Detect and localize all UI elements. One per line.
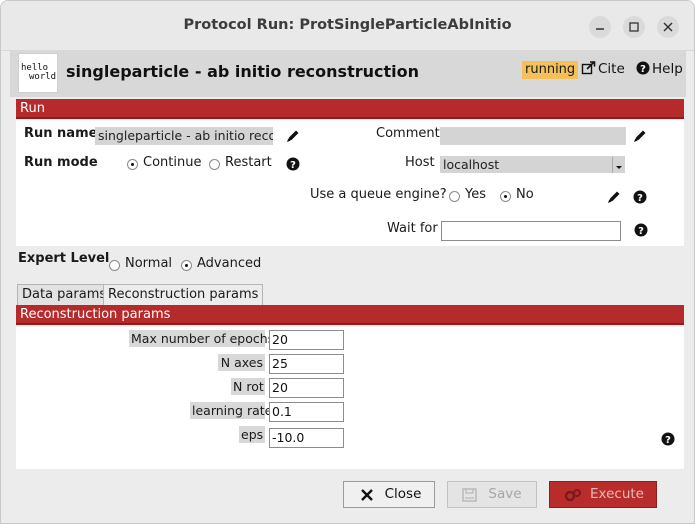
svg-text:?: ? (638, 226, 644, 237)
tab-reconstruction-params[interactable]: Reconstruction params (103, 284, 264, 305)
queue-yes-label: Yes (465, 187, 486, 202)
queue-help-icon[interactable]: ? (633, 190, 647, 204)
cite-label: Cite (598, 61, 625, 77)
queue-no-label: No (516, 187, 534, 202)
param-label-max-epochs: Max number of epochs (129, 330, 275, 347)
param-input-n-axes[interactable]: 25 (269, 354, 344, 374)
param-label-eps: eps (239, 426, 265, 443)
expert-advanced-label: Advanced (197, 256, 262, 271)
param-input-n-rot[interactable]: 20 (269, 378, 344, 398)
queue-label: Use a queue engine? (310, 187, 447, 202)
wait-for-input[interactable] (441, 221, 621, 241)
host-select[interactable]: localhost (440, 156, 625, 173)
help-label: Help (652, 61, 683, 77)
run-panel: Run name singleparticle - ab initio reco… (16, 120, 684, 246)
status-badge: running (522, 61, 579, 79)
minimize-icon (596, 28, 604, 30)
maximize-button[interactable] (623, 16, 645, 38)
protocol-title: singleparticle - ab initio reconstructio… (66, 62, 419, 81)
run-name-label: Run name (24, 126, 98, 141)
wait-for-label: Wait for (387, 221, 438, 236)
param-input-learning-rate[interactable]: 0.1 (269, 402, 344, 422)
save-icon (462, 488, 477, 502)
hello-world-logo: hello world (18, 53, 58, 93)
edit-run-name-icon[interactable] (286, 129, 300, 143)
param-label-learning-rate: learning rate (190, 402, 273, 419)
protocol-window: Protocol Run: ProtSingleParticleAbInitio… (0, 0, 695, 524)
param-label-n-axes: N axes (218, 354, 265, 371)
save-button[interactable]: Save (447, 481, 537, 508)
logo-line-2: world (29, 72, 57, 82)
expert-normal-label: Normal (125, 256, 173, 271)
close-x-icon (361, 489, 373, 501)
chevron-down-icon (616, 166, 622, 169)
protocol-header: hello world singleparticle - ab initio r… (10, 51, 686, 97)
run-mode-continue-radio[interactable] (127, 159, 138, 170)
svg-text:?: ? (640, 64, 646, 75)
external-link-icon (581, 61, 596, 75)
title-bar[interactable]: Protocol Run: ProtSingleParticleAbInitio (1, 1, 694, 51)
expert-advanced-radio[interactable] (181, 260, 192, 271)
host-dropdown-arrow[interactable] (612, 157, 625, 173)
svg-text:?: ? (665, 435, 671, 446)
comment-field[interactable] (440, 127, 626, 145)
run-section-header: Run (16, 99, 684, 119)
run-mode-restart-label: Restart (225, 155, 272, 170)
param-label-n-rot: N rot (231, 378, 265, 395)
close-button[interactable]: Close (343, 481, 435, 508)
host-label: Host (405, 155, 435, 170)
gears-icon (564, 489, 581, 502)
help-icon: ? (636, 61, 650, 75)
run-mode-label: Run mode (24, 155, 98, 170)
edit-queue-icon[interactable] (607, 190, 621, 204)
execute-button[interactable]: Execute (549, 481, 657, 508)
run-mode-restart-radio[interactable] (209, 159, 220, 170)
run-mode-help-icon[interactable]: ? (286, 157, 300, 171)
queue-no-radio[interactable] (500, 191, 511, 202)
close-icon (663, 22, 673, 32)
eps-help-icon[interactable]: ? (661, 432, 675, 446)
queue-yes-radio[interactable] (449, 191, 460, 202)
cite-button[interactable]: Cite (581, 61, 625, 77)
comment-label: Comment (376, 126, 440, 141)
expert-normal-radio[interactable] (109, 260, 120, 271)
minimize-button[interactable] (589, 16, 611, 38)
expert-level-label: Expert Level (18, 251, 110, 266)
reconstruction-params-header: Reconstruction params (16, 305, 684, 325)
svg-text:?: ? (290, 160, 296, 171)
help-button[interactable]: ? Help (636, 61, 683, 77)
param-input-eps[interactable]: -10.0 (269, 428, 344, 448)
run-name-field[interactable]: singleparticle - ab initio reconst (95, 127, 273, 145)
run-mode-continue-label: Continue (143, 155, 202, 170)
param-input-max-epochs[interactable]: 20 (269, 330, 344, 350)
edit-comment-icon[interactable] (633, 129, 647, 143)
svg-text:?: ? (637, 193, 643, 204)
reconstruction-params-panel: Max number of epochs 20 N axes 25 N rot … (16, 327, 684, 469)
tab-data-params[interactable]: Data params (17, 284, 112, 305)
maximize-icon (629, 22, 639, 32)
close-window-button[interactable] (657, 16, 679, 38)
wait-for-help-icon[interactable]: ? (634, 223, 648, 237)
